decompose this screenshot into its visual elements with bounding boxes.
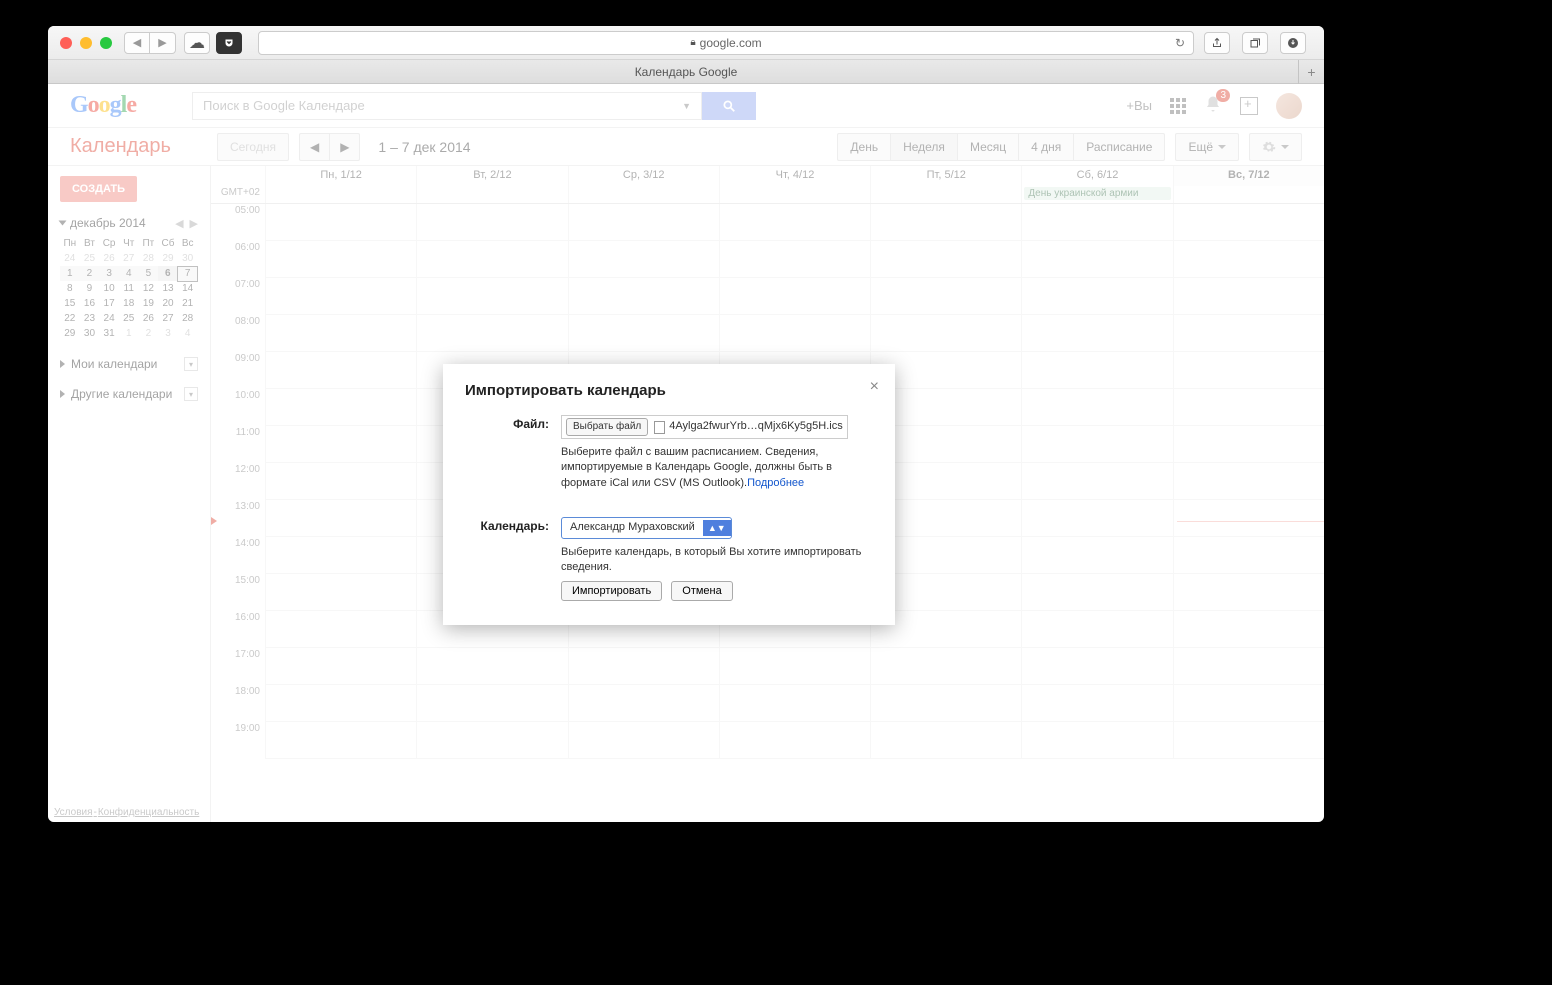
file-chooser[interactable]: Выбрать файл 4Aylga2fwurYrb…qMjx6Ky5g5H.… bbox=[561, 415, 848, 439]
back-button[interactable]: ◀ bbox=[124, 32, 150, 54]
share-icon[interactable] bbox=[1204, 32, 1230, 54]
import-modal: × Импортировать календарь Файл: Выбрать … bbox=[443, 364, 895, 625]
calendar-label: Календарь: bbox=[465, 517, 561, 601]
calendar-help-text: Выберите календарь, в который Вы хотите … bbox=[561, 545, 873, 576]
icloud-icon[interactable]: ☁ bbox=[184, 32, 210, 54]
import-button[interactable]: Импортировать bbox=[561, 581, 662, 601]
address-bar[interactable]: 🔒︎ google.com ↻ bbox=[258, 31, 1194, 55]
minimize-window-button[interactable] bbox=[80, 37, 92, 49]
close-window-button[interactable] bbox=[60, 37, 72, 49]
file-icon bbox=[654, 421, 665, 434]
calendar-select-value: Александр Мураховский bbox=[562, 518, 703, 537]
traffic-lights bbox=[60, 37, 112, 49]
zoom-window-button[interactable] bbox=[100, 37, 112, 49]
modal-title: Импортировать календарь bbox=[465, 382, 873, 399]
url-text: google.com bbox=[700, 36, 762, 50]
downloads-icon[interactable] bbox=[1280, 32, 1306, 54]
learn-more-link[interactable]: Подробнее bbox=[747, 477, 804, 489]
tabs-icon[interactable] bbox=[1242, 32, 1268, 54]
browser-window: ◀ ▶ ☁ 🔒︎ google.com ↻ Календарь Google + bbox=[48, 26, 1324, 822]
calendar-select[interactable]: Александр Мураховский ▲▼ bbox=[561, 517, 732, 538]
chosen-filename: 4Aylga2fwurYrb…qMjx6Ky5g5H.ics bbox=[669, 419, 842, 434]
cancel-button[interactable]: Отмена bbox=[671, 581, 732, 601]
forward-button[interactable]: ▶ bbox=[150, 32, 176, 54]
lock-icon: 🔒︎ bbox=[690, 37, 695, 48]
reload-icon[interactable]: ↻ bbox=[1175, 36, 1185, 50]
file-label: Файл: bbox=[465, 415, 561, 491]
pocket-icon[interactable] bbox=[216, 32, 242, 54]
tab-title[interactable]: Календарь Google bbox=[635, 65, 738, 79]
new-tab-button[interactable]: + bbox=[1298, 60, 1324, 84]
modal-close-button[interactable]: × bbox=[870, 378, 879, 396]
file-help-text: Выберите файл с вашим расписанием. Сведе… bbox=[561, 445, 873, 491]
browser-chrome: ◀ ▶ ☁ 🔒︎ google.com ↻ bbox=[48, 26, 1324, 60]
select-arrow-icon: ▲▼ bbox=[703, 520, 731, 537]
tab-bar: Календарь Google + bbox=[48, 60, 1324, 84]
choose-file-button[interactable]: Выбрать файл bbox=[566, 418, 648, 436]
